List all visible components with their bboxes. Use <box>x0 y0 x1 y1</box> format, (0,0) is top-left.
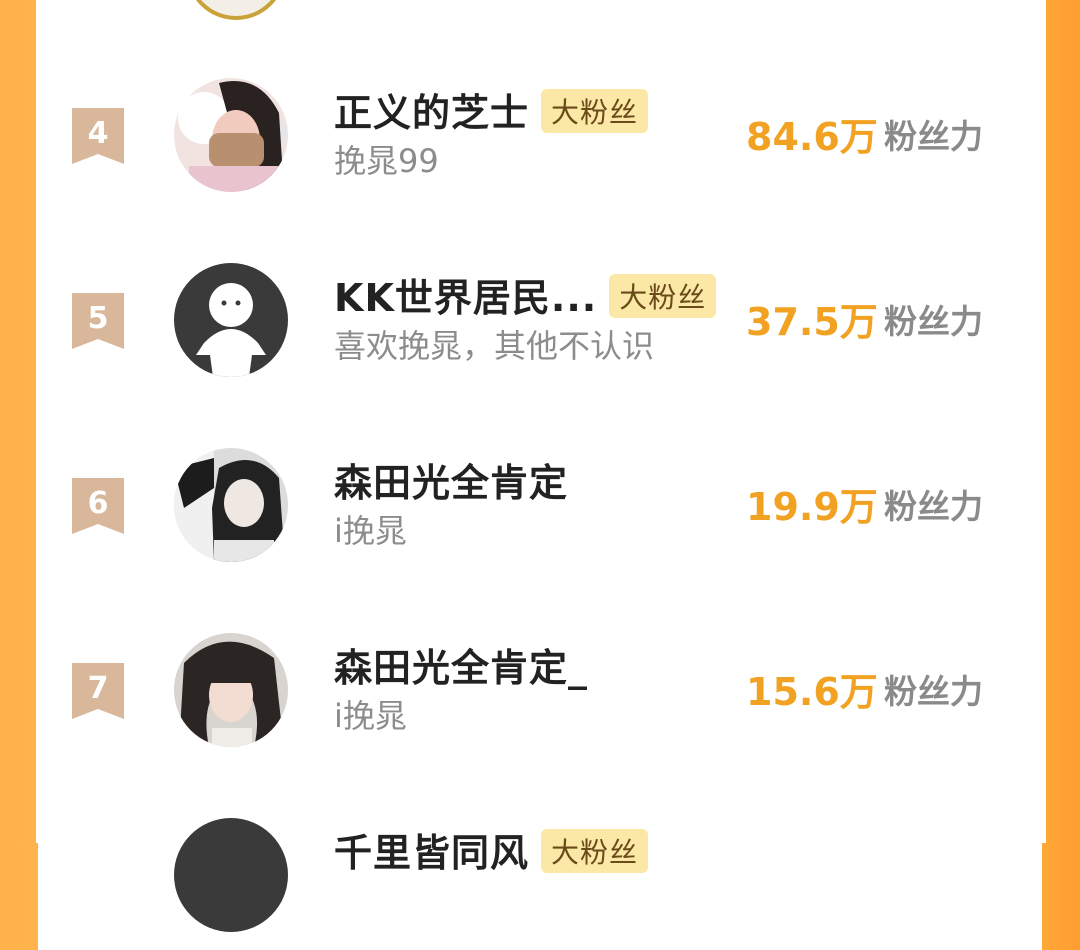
fan-level-tag: 大粉丝 <box>541 829 649 873</box>
user-name[interactable]: 森田光全肯定_ <box>334 637 588 692</box>
user-subtitle: i挽晁 <box>334 512 407 550</box>
user-name[interactable]: KK世界居民... 大粉丝 <box>334 267 717 322</box>
ranking-row[interactable]: 7 森田光全肯定_ i挽晁 15.6万 粉丝力 <box>36 625 1046 765</box>
user-subtitle: i挽晁 <box>334 697 407 735</box>
fan-power-value: 37.5万 <box>746 300 878 344</box>
rank-badge: 7 <box>72 663 124 719</box>
fan-power-value: 19.9万 <box>746 485 878 529</box>
fan-power-label: 粉丝力 <box>884 672 983 711</box>
ranking-row[interactable]: 6 森田光全肯定 i挽晁 19.9万 粉丝力 <box>36 440 1046 580</box>
fan-level-tag: 大粉丝 <box>609 274 717 318</box>
fan-power-value: 15.6万 <box>746 670 878 714</box>
avatar[interactable] <box>174 78 288 192</box>
user-name[interactable]: 森田光全肯定 <box>334 452 568 507</box>
rank-badge: 6 <box>72 478 124 534</box>
fan-power-value: 84.6万 <box>746 115 878 159</box>
avatar[interactable] <box>174 818 288 932</box>
default-avatar[interactable] <box>174 263 288 377</box>
avatar[interactable] <box>174 448 288 562</box>
user-name[interactable]: 正义的芝士 大粉丝 <box>334 82 649 137</box>
fan-power-label: 粉丝力 <box>884 487 983 526</box>
fan-level-tag: 大粉丝 <box>541 89 649 133</box>
user-subtitle: 喜欢挽晁，其他不认识 <box>334 327 655 365</box>
ranking-row[interactable]: 4 正义的芝士 大粉丝 挽晁99 84.6万 粉丝力 <box>36 70 1046 210</box>
avatar[interactable] <box>174 633 288 747</box>
fan-power-label: 粉丝力 <box>884 302 983 341</box>
user-name[interactable]: 千里皆同风 大粉丝 <box>334 822 649 877</box>
ranking-row-partial[interactable]: 千里皆同风 大粉丝 <box>36 810 1046 950</box>
fan-power-label: 粉丝力 <box>884 117 983 156</box>
ranking-row[interactable]: 5 KK世界居民... 大粉丝 喜欢挽晁，其他不认识 37.5万 粉丝力 <box>36 255 1046 395</box>
rank-badge: 5 <box>72 293 124 349</box>
rank-badge: 4 <box>72 108 124 164</box>
user-subtitle: 挽晁99 <box>334 142 439 180</box>
fan-ranking-list: 4 正义的芝士 大粉丝 挽晁99 84.6万 粉丝力 5 KK世界居民... 大… <box>36 0 1046 932</box>
partial-top-avatar <box>186 0 286 20</box>
